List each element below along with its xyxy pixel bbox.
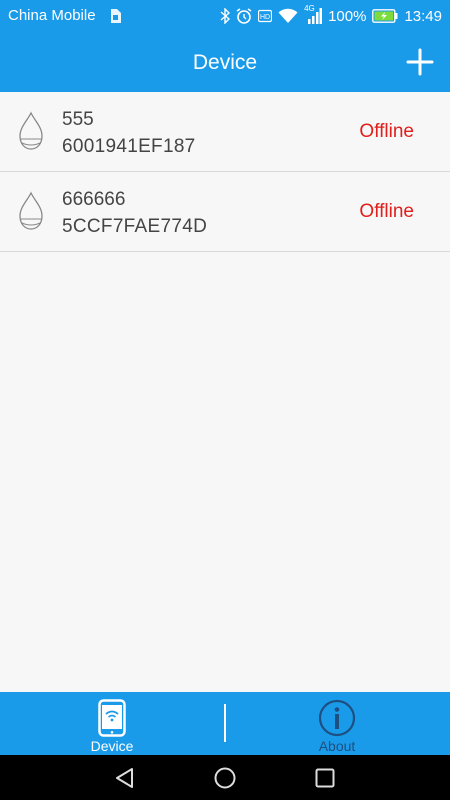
plus-icon: [406, 48, 434, 76]
carrier-label: China Mobile: [8, 7, 96, 24]
device-mac: 5CCF7FAE774D: [62, 216, 208, 237]
status-icons: HD 4G 100% 13:49: [220, 4, 442, 26]
recents-button[interactable]: [313, 766, 337, 790]
signal-icon: [308, 8, 323, 24]
device-name: 555: [62, 109, 94, 130]
home-button[interactable]: [213, 766, 237, 790]
page-title: Device: [192, 51, 258, 74]
clock: 13:49: [404, 7, 442, 25]
device-mac: 6001941EF187: [62, 136, 196, 157]
tab-bar: Device About: [0, 692, 450, 755]
device-status: Offline: [359, 121, 414, 142]
cell-signal: 4G: [304, 4, 323, 25]
device-row[interactable]: 666666 5CCF7FAE774D Offline: [0, 172, 450, 252]
status-bar: China Mobile HD 4G 100% 13:49: [0, 0, 450, 32]
device-name: 666666: [62, 189, 126, 210]
alarm-icon: [236, 8, 252, 24]
diffuser-icon: [19, 111, 43, 150]
tab-about-label: About: [318, 738, 356, 754]
recents-icon: [315, 768, 335, 788]
battery-percent: 100%: [328, 7, 367, 25]
tab-about[interactable]: About: [277, 692, 397, 755]
system-nav-bar: [0, 755, 450, 800]
home-icon: [214, 767, 236, 789]
device-status: Offline: [359, 201, 414, 222]
bluetooth-icon: [220, 8, 231, 24]
hd-icon: HD: [258, 9, 273, 23]
device-list: 555 6001941EF187 Offline 666666 5CCF7FAE…: [0, 92, 450, 252]
diffuser-icon: [19, 191, 43, 230]
phone-wifi-icon: [98, 699, 126, 737]
back-icon: [116, 768, 133, 788]
svg-text:HD: HD: [260, 14, 270, 21]
battery-charging-icon: [372, 9, 398, 23]
back-button[interactable]: [113, 766, 137, 790]
device-row[interactable]: 555 6001941EF187 Offline: [0, 92, 450, 172]
info-icon: [318, 699, 356, 737]
wifi-icon: [278, 8, 298, 23]
add-device-button[interactable]: [406, 48, 434, 76]
sim-icon: [111, 9, 121, 23]
tab-device-label: Device: [90, 738, 134, 754]
app-bar: Device: [0, 32, 450, 92]
tab-device[interactable]: Device: [52, 692, 172, 755]
tab-divider: [224, 704, 226, 742]
